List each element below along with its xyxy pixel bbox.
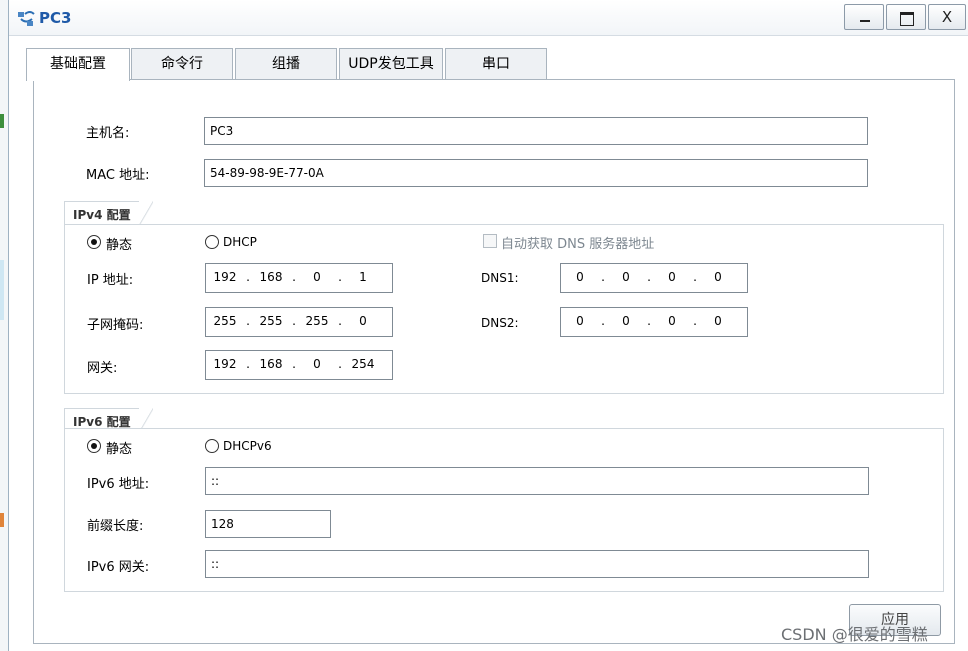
ipv6-address-label: IPv6 地址: [87,477,150,492]
ip-octet: 255 [259,314,283,328]
ip-octet: 254 [351,357,375,371]
tab-multicast[interactable]: 组播 [235,48,337,80]
gateway-label: 网关: [87,361,118,376]
ip-dot: . [601,314,605,328]
ip-dot: . [338,314,342,328]
auto-dns-checkbox[interactable] [483,234,497,248]
ip-dot: . [246,270,250,284]
ipv6-static-label: 静态 [106,442,133,457]
ipv6-gateway-label: IPv6 网关: [87,560,150,575]
ipv6-dhcp-label: DHCPv6 [223,439,272,453]
ipv4-group-title: IPv4 配置 [64,201,153,225]
ip-dot: . [338,270,342,284]
background-indicator [0,260,4,320]
ipv4-group: 静态 DHCP 自动获取 DNS 服务器地址 IP 地址: 192. 168. … [64,224,944,394]
ip-dot: . [647,270,651,284]
ipv6-address-input[interactable]: :: [205,467,869,495]
ipv4-static-label: 静态 [106,238,133,253]
tab-label: 基础配置 [50,56,106,72]
close-icon: X [941,8,953,26]
ip-octet: 168 [259,357,283,371]
ip-octet: 0 [576,270,584,284]
tab-label: 串口 [482,56,510,72]
background-indicator [0,114,4,128]
basic-config-panel: 主机名: PC3 MAC 地址: 54-89-98-9E-77-0A IPv4 … [33,79,955,644]
tab-basic-config[interactable]: 基础配置 [26,48,130,81]
tab-serial[interactable]: 串口 [445,48,547,80]
minimize-button[interactable] [844,4,884,30]
tab-command-line[interactable]: 命令行 [131,48,233,80]
ip-octet: 0 [622,314,630,328]
ipv4-dhcp-label: DHCP [223,235,257,249]
network-adapter-icon [18,11,35,26]
tab-label: 组播 [272,56,300,72]
maximize-button[interactable] [886,4,926,30]
ip-octet: 192 [213,357,237,371]
ip-octet: 0 [576,314,584,328]
ip-octet: 0 [313,270,321,284]
ipv4-dhcp-radio[interactable] [205,235,219,249]
subnet-mask-label: 子网掩码: [87,318,144,333]
ip-address-label: IP 地址: [87,273,134,288]
dns2-input[interactable]: 0. 0. 0. 0 [560,307,748,337]
watermark: CSDN @很爱的雪糕 [781,625,928,644]
ipv6-group: 静态 DHCPv6 IPv6 地址: :: 前缀长度: 128 IPv6 网关:… [64,428,944,592]
tab-udp-tool[interactable]: UDP发包工具 [339,48,443,80]
dns1-input[interactable]: 0. 0. 0. 0 [560,263,748,293]
dns1-label: DNS1: [481,271,519,285]
ipv6-static-radio[interactable] [87,439,101,453]
ip-dot: . [246,357,250,371]
subnet-mask-input[interactable]: 255. 255. 255. 0 [205,307,393,337]
ip-dot: . [292,314,296,328]
ip-dot: . [601,270,605,284]
ip-dot: . [292,357,296,371]
ip-octet: 0 [359,314,367,328]
ip-octet: 0 [313,357,321,371]
tab-label: UDP发包工具 [348,56,434,72]
ip-octet: 0 [668,314,676,328]
hostname-input[interactable]: PC3 [204,117,868,145]
ip-dot: . [292,270,296,284]
ip-dot: . [693,270,697,284]
window-title: PC3 [39,9,72,27]
tab-label: 命令行 [161,56,203,72]
ip-dot: . [647,314,651,328]
ip-octet: 0 [622,270,630,284]
prefix-length-input[interactable]: 128 [205,510,331,538]
ip-dot: . [246,314,250,328]
ip-octet: 255 [213,314,237,328]
ip-octet: 1 [359,270,367,284]
hostname-label: 主机名: [86,126,130,141]
prefix-length-label: 前缀长度: [87,519,144,534]
dns2-label: DNS2: [481,316,519,330]
ip-octet: 0 [714,270,722,284]
ipv4-static-radio[interactable] [87,235,101,249]
ipv6-dhcp-radio[interactable] [205,439,219,453]
mac-input[interactable]: 54-89-98-9E-77-0A [204,159,868,187]
mac-label: MAC 地址: [86,168,150,183]
pc-config-window: PC3 X 基础配置 命令行 组播 UDP发包工具 串口 主机名: PC3 MA… [8,0,968,651]
ipv6-gateway-input[interactable]: :: [205,550,869,578]
ip-dot: . [338,357,342,371]
ip-address-input[interactable]: 192. 168. 0. 1 [205,263,393,293]
auto-dns-label: 自动获取 DNS 服务器地址 [501,237,655,252]
ip-octet: 0 [668,270,676,284]
ip-octet: 0 [714,314,722,328]
close-button[interactable]: X [928,4,966,30]
title-bar[interactable]: PC3 X [9,0,968,36]
ip-octet: 255 [305,314,329,328]
gateway-input[interactable]: 192. 168. 0. 254 [205,350,393,380]
ip-dot: . [693,314,697,328]
background-indicator [0,513,4,527]
ip-octet: 168 [259,270,283,284]
ip-octet: 192 [213,270,237,284]
